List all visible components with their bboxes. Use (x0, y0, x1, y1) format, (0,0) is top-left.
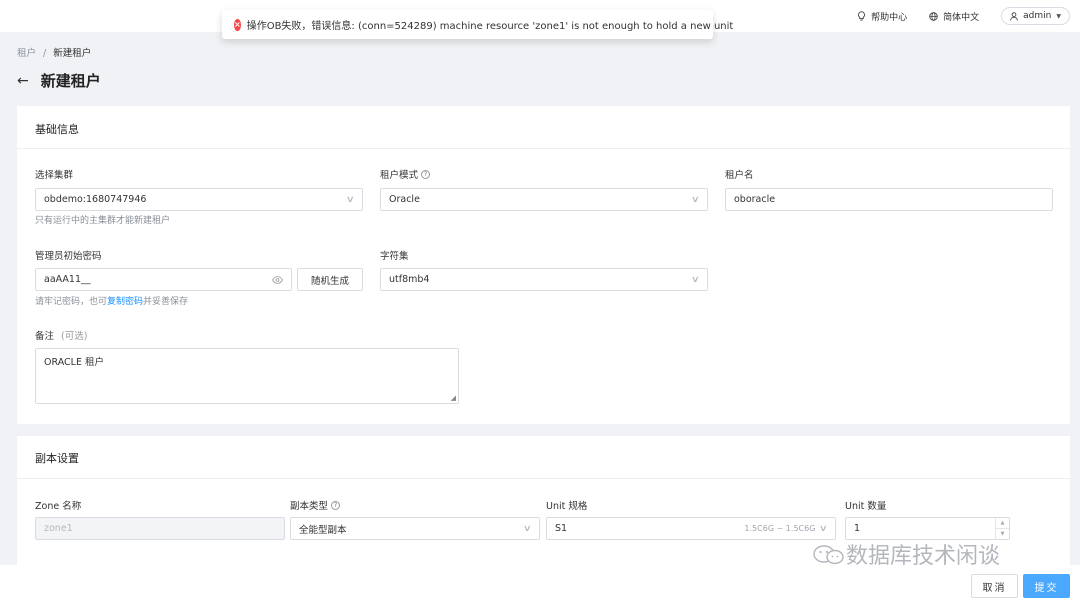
breadcrumb-separator: / (43, 48, 47, 59)
back-arrow-icon[interactable]: ← (17, 73, 29, 89)
password-hint: 请牢记密码，也可复制密码并妥善保存 (35, 297, 189, 307)
tenant-mode-label: 租户模式? (380, 167, 431, 181)
cluster-select[interactable]: obdemo:1680747946 ∨ (35, 188, 363, 211)
zone-name-value: zone1 (44, 523, 73, 534)
remark-textarea[interactable]: ORACLE 租户 ◢ (35, 348, 459, 404)
chevron-down-icon: ∨ (691, 274, 701, 285)
toast-message: 操作OB失败，错误信息: (conn=524289) machine resou… (246, 21, 734, 32)
watermark-text: 数据库技术闲谈 (846, 544, 1001, 569)
eye-icon[interactable] (272, 275, 283, 284)
chevron-down-icon: ∨ (523, 523, 533, 534)
unit-spec-value: S1 (555, 523, 568, 534)
unit-count-label: Unit 数量 (845, 501, 887, 512)
cancel-button[interactable]: 取消 (971, 574, 1018, 598)
cluster-value: obdemo:1680747946 (44, 194, 147, 205)
card-divider (17, 148, 1070, 149)
error-toast: × 操作OB失败，错误信息: (conn=524289) machine res… (222, 10, 733, 39)
resize-handle-icon[interactable]: ◢ (451, 394, 456, 402)
charset-select[interactable]: utf8mb4 ∨ (380, 268, 708, 291)
chevron-down-icon: ∨ (346, 194, 356, 205)
bulb-icon (858, 11, 866, 21)
tenant-name-input[interactable]: oboracle (725, 188, 1053, 211)
tenant-mode-value: Oracle (389, 194, 420, 205)
charset-label: 字符集 (380, 251, 409, 262)
chevron-down-icon: ∨ (691, 194, 701, 205)
password-value: aaAA11__ (44, 274, 91, 285)
watermark: 数据库技术闲谈 (812, 538, 1000, 570)
help-center-link[interactable]: 帮助中心 (857, 10, 907, 23)
globe-icon (929, 11, 938, 21)
card-divider (17, 478, 1070, 479)
chevron-down-icon: ∨ (819, 523, 829, 534)
copy-password-link[interactable]: 复制密码 (107, 297, 143, 307)
submit-button[interactable]: 提交 (1023, 574, 1070, 598)
unit-count-input[interactable]: 1 ▲ ▼ (845, 517, 1010, 540)
question-circle-icon[interactable]: ? (331, 500, 341, 510)
stepper-up-icon[interactable]: ▲ (996, 518, 1009, 529)
user-menu[interactable]: admin ▼ (1001, 7, 1070, 25)
remark-value: ORACLE 租户 (44, 357, 104, 368)
tenant-mode-select[interactable]: Oracle ∨ (380, 188, 708, 211)
top-right-menu: 帮助中心 简体中文 admin ▼ (857, 7, 1070, 25)
basic-info-card: 基础信息 选择集群 obdemo:1680747946 ∨ 只有运行中的主集群才… (17, 106, 1070, 424)
breadcrumb-current: 新建租户 (53, 48, 92, 59)
remark-optional: (可选) (61, 331, 88, 342)
zone-name-input: zone1 (35, 517, 285, 540)
number-stepper[interactable]: ▲ ▼ (995, 518, 1009, 539)
language-label: 简体中文 (943, 12, 980, 23)
page-header: ← 新建租户 (17, 70, 101, 91)
breadcrumb: 租户 / 新建租户 (17, 45, 91, 59)
unit-spec-label: Unit 规格 (546, 501, 588, 512)
breadcrumb-root[interactable]: 租户 (17, 48, 36, 59)
language-switch[interactable]: 简体中文 (929, 10, 979, 23)
cluster-label: 选择集群 (35, 170, 74, 181)
caret-down-icon: ▼ (1056, 12, 1061, 20)
unit-spec-range: 1.5C6G ~ 1.5C6G (744, 524, 816, 533)
wechat-icon (813, 545, 844, 565)
question-circle-icon[interactable]: ? (421, 169, 431, 179)
password-label: 管理员初始密码 (35, 251, 102, 262)
tenant-name-label: 租户名 (725, 170, 754, 181)
replica-settings-title: 副本设置 (35, 452, 79, 465)
close-circle-icon: × (234, 18, 241, 31)
random-generate-button[interactable]: 随机生成 (297, 268, 363, 291)
charset-value: utf8mb4 (389, 274, 430, 285)
tenant-name-value: oboracle (734, 194, 776, 205)
replica-type-label: 副本类型? (290, 498, 341, 512)
remark-label: 备注 (可选) (35, 328, 87, 342)
user-name: admin (1023, 11, 1052, 21)
unit-count-value: 1 (854, 523, 861, 534)
help-center-label: 帮助中心 (871, 12, 908, 23)
password-input[interactable]: aaAA11__ (35, 268, 292, 291)
replica-type-value: 全能型副本 (299, 524, 347, 536)
page-title: 新建租户 (40, 72, 101, 90)
footer-bar: 取消 提交 (0, 565, 1080, 601)
replica-type-select[interactable]: 全能型副本 ∨ (290, 517, 540, 540)
user-icon (1010, 11, 1019, 21)
zone-name-label: Zone 名称 (35, 501, 82, 512)
cluster-hint: 只有运行中的主集群才能新建租户 (35, 216, 171, 226)
unit-spec-select[interactable]: S1 1.5C6G ~ 1.5C6G ∨ (546, 517, 836, 540)
basic-info-title: 基础信息 (35, 123, 79, 136)
